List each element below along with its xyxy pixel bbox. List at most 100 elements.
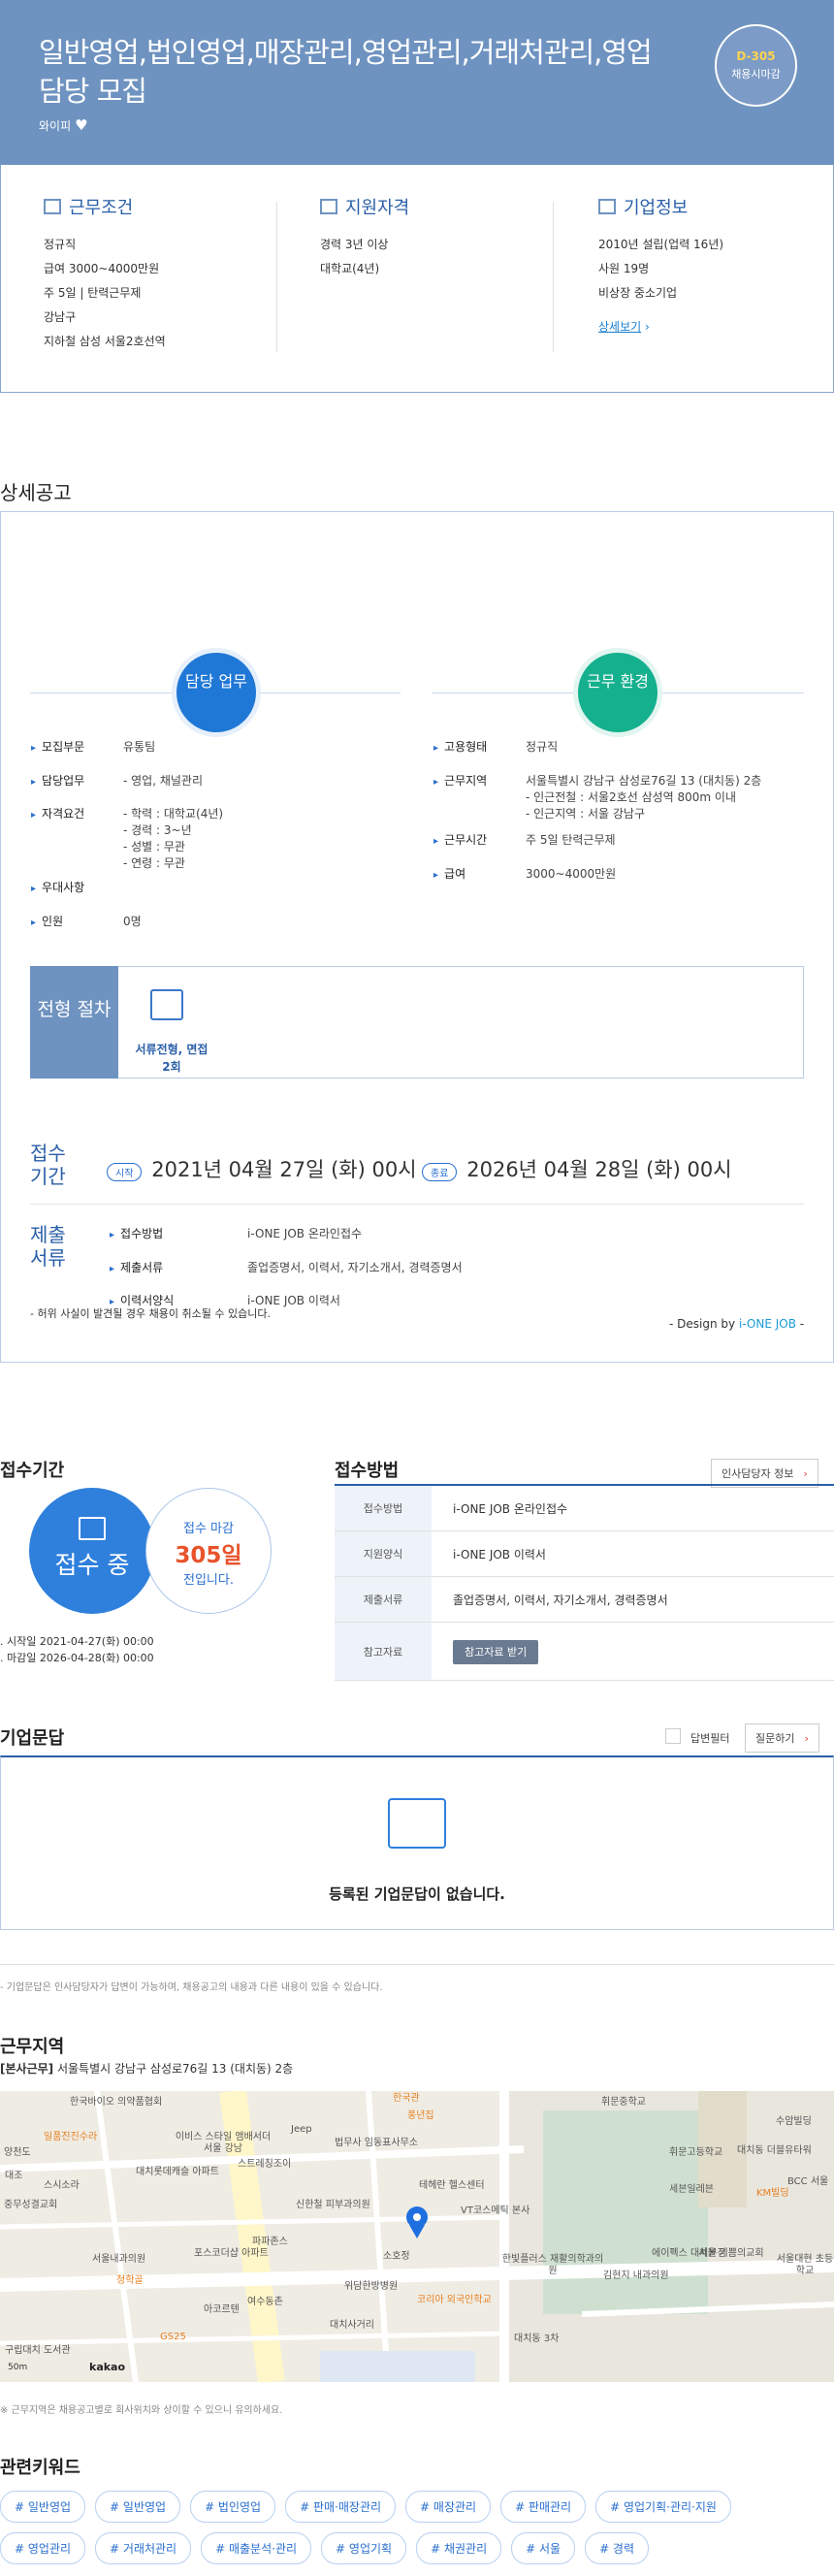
apply-table-cell: 참고자료 받기 <box>432 1639 539 1664</box>
location-tag: [본사근무] <box>0 2062 54 2076</box>
calendar-icon <box>320 199 337 214</box>
map-label: 청학골 <box>116 2275 144 2286</box>
keyword-tag[interactable]: # 서울 <box>511 2532 576 2564</box>
location-note: ※ 근무지역은 채용공고별로 회사위치와 상이할 수 있으니 유의하세요. <box>0 2405 283 2416</box>
docs-value: i-ONE JOB 온라인접수 <box>247 1227 363 1240</box>
divider <box>276 202 277 352</box>
keyword-list: # 일반영업 # 일반영업 # 법인영업 # 판매·매장관리 # 매장관리 # 판매관리 #… <box>0 2491 834 2574</box>
map-label: 한국관 <box>393 2093 420 2104</box>
deadline-dday: D-305 <box>736 49 776 63</box>
keyword-tag[interactable]: # 거래처관리 <box>95 2532 192 2564</box>
map-label: 이비스 스타일 앰배서더 서울 강남 <box>175 2132 272 2154</box>
apply-table-cell: i-ONE JOB 온라인접수 <box>453 1501 568 1516</box>
summary-item: 정규직 <box>44 238 77 251</box>
company-name[interactable]: 와이피 <box>39 119 71 133</box>
qualifications: 지원자격 경력 3년 이상 대학교(4년) <box>320 194 553 281</box>
start-row: 시작 2021년 04월 27일 (화) 00시 <box>107 1154 417 1183</box>
map-label: 휘문고등학교 <box>669 2147 723 2158</box>
map-label: 코리아 외국인학교 <box>417 2295 492 2305</box>
docs-key: 제출서류 <box>110 1259 163 1275</box>
design-credit: - Design by i-ONE JOB - <box>669 1317 804 1331</box>
keyword-tag[interactable]: # 매출분석·관리 <box>201 2532 312 2564</box>
map-label: 수암빌딩 <box>776 2116 812 2127</box>
apply-table-header: 제출서류 <box>335 1577 432 1622</box>
row-value: 유통팀 <box>123 740 156 754</box>
end-pill: 종료 <box>422 1163 458 1181</box>
row-key: 담당업무 <box>31 773 109 790</box>
apply-table: 접수방법 i-ONE JOB 온라인접수지원양식 i-ONE JOB 이력서 제출서류… <box>335 1484 834 1681</box>
ask-button[interactable]: 질문하기 › <box>745 1723 819 1753</box>
keyword-tag[interactable]: # 경력 <box>585 2532 650 2564</box>
row-key: 자격요건 <box>31 806 109 823</box>
apply-end: . 마감일 2026-04-28(화) 00:00 <box>0 1652 154 1664</box>
keyword-tag[interactable]: # 판매관리 <box>500 2491 587 2523</box>
kakao-logo: kakao <box>89 2361 126 2373</box>
row-value: 정규직 <box>526 740 559 754</box>
divider <box>0 1964 834 1965</box>
keyword-tag[interactable]: # 영업기획 <box>321 2532 407 2564</box>
answered-label: 답변필터 <box>690 1732 730 1745</box>
keyword-tag[interactable]: # 매장관리 <box>405 2491 492 2523</box>
map-label: KM빌딩 <box>756 2188 789 2199</box>
mail-icon <box>388 1798 446 1849</box>
location-title: 근무지역 <box>0 2037 65 2057</box>
summary-item: 지하철 삼성 서울2호선역 <box>44 335 166 348</box>
map-label: 한국바이오 의약품협회 <box>70 2097 163 2108</box>
keywords-title: 관련키워드 <box>0 2458 80 2478</box>
answered-checkbox[interactable] <box>665 1728 681 1744</box>
summary-item: 경력 3년 이상 <box>320 238 389 251</box>
apply-method-title: 접수방법 <box>335 1461 400 1481</box>
docs-key: 접수방법 <box>110 1225 163 1241</box>
building-icon <box>44 199 61 214</box>
summary-item: 2010년 설립(업력 16년) <box>598 238 724 251</box>
apply-table-header: 접수방법 <box>335 1486 432 1530</box>
warning-text: - 허위 사실이 발견될 경우 채용이 취소될 수 있습니다. <box>30 1307 271 1320</box>
keyword-tag[interactable]: # 채권관리 <box>416 2532 502 2564</box>
map-label: 대조 <box>5 2171 23 2181</box>
docs-value: 졸업증명서, 이력서, 자기소개서, 경력증명서 <box>247 1261 463 1274</box>
map-label: 서울대현 초등학교 <box>776 2254 834 2276</box>
map-label: 스시소라 <box>44 2180 80 2191</box>
qualifications-title: 지원자격 <box>345 198 410 218</box>
divider <box>553 202 554 352</box>
reference-download-button[interactable]: 참고자료 받기 <box>453 1639 539 1664</box>
keyword-tag[interactable]: # 법인영업 <box>190 2491 276 2523</box>
map-label: 김현지 내과의원 <box>603 2270 669 2281</box>
keyword-tag[interactable]: # 영업기획·관리·지원 <box>595 2491 731 2523</box>
map-label: 대치동 더블유타워 <box>737 2145 812 2156</box>
book-icon <box>79 1517 106 1540</box>
map-label: 대치롯데캐슬 아파트 <box>136 2167 219 2177</box>
deadline-pre: 접수 마감 <box>183 1522 234 1536</box>
map-label: 파파존스 <box>252 2237 288 2247</box>
period-label: 접수 기간 <box>30 1142 66 1188</box>
docs-label: 제출 서류 <box>30 1223 66 1270</box>
detail-section-title: 상세공고 <box>0 481 72 504</box>
summary-item: 급여 3000~4000만원 <box>44 262 160 275</box>
deadline-text: 채용시마감 <box>731 68 781 80</box>
map[interactable]: 한국바이오 의약품협회 일품진진수라 이비스 스타일 앰배서더 서울 강남 Jeep 법… <box>0 2091 834 2382</box>
qna-note: - 기업문답은 인사담당자가 답변이 가능하며, 채용공고의 내용과 다른 내용… <box>0 1982 383 1993</box>
company-detail-link[interactable]: 상세보기 <box>598 320 641 334</box>
apply-table-cell: i-ONE JOB 이력서 <box>453 1547 546 1562</box>
keyword-tag[interactable]: # 일반영업 <box>95 2491 181 2523</box>
row-value: 0명 <box>123 915 142 928</box>
map-label: 한빛플러스 재활의학과의원 <box>501 2254 604 2276</box>
keyword-tag[interactable]: # 영업관리 <box>0 2532 86 2564</box>
summary-item: 비상장 중소기업 <box>598 286 678 300</box>
start-pill: 시작 <box>107 1163 143 1181</box>
row-value: - 영업, 채널관리 <box>123 774 204 788</box>
ask-label: 질문하기 <box>755 1732 795 1745</box>
company-name-row: 와이피 ♥ <box>39 116 88 134</box>
keyword-tag[interactable]: # 일반영업 <box>0 2491 86 2523</box>
qna-empty: 등록된 기업문답이 없습니다. <box>329 1885 505 1903</box>
map-label: 스트레칭조이 <box>238 2159 292 2170</box>
map-label: 여수동촌 <box>247 2297 283 2307</box>
apply-table-row: 지원양식 i-ONE JOB 이력서 <box>335 1531 834 1577</box>
heart-icon[interactable]: ♥ <box>75 116 87 134</box>
deadline-badge: D-305 채용시마감 <box>715 24 797 107</box>
keyword-tag[interactable]: # 판매·매장관리 <box>285 2491 397 2523</box>
company-info-title: 기업정보 <box>624 198 689 218</box>
end-date: 2026년 04월 28일 (화) 00시 <box>466 1158 732 1181</box>
design-brand[interactable]: i-ONE JOB <box>739 1317 796 1331</box>
summary-item: 사원 19명 <box>598 262 650 275</box>
